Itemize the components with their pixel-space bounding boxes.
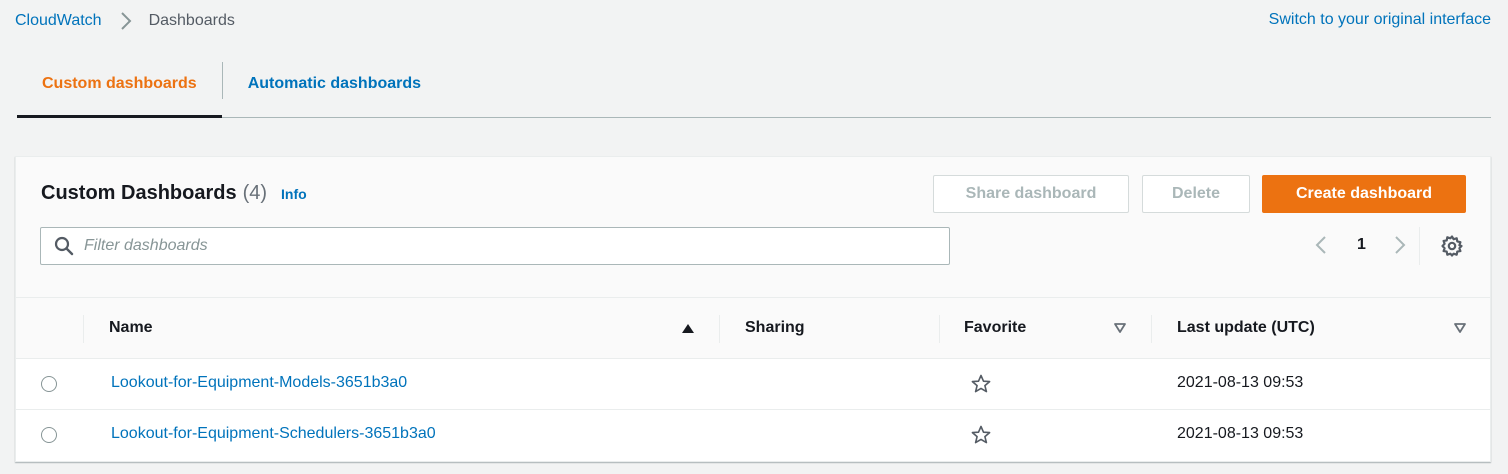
tab-automatic-dashboards[interactable]: Automatic dashboards [223, 50, 446, 117]
last-update-value: 2021-08-13 09:53 [1177, 374, 1304, 391]
switch-interface-link[interactable]: Switch to your original interface [1269, 11, 1491, 29]
caret-up-icon[interactable] [681, 321, 695, 335]
chevron-right-icon [116, 12, 136, 30]
star-outline-icon[interactable] [971, 425, 991, 445]
caret-down-outline-icon[interactable] [1453, 321, 1467, 335]
info-link[interactable]: Info [281, 186, 307, 202]
table-header: Name Sharing Favorite Last update (UTC) [16, 298, 1490, 359]
search-icon [54, 236, 74, 256]
panel-header: Custom Dashboards (4) Info Share dashboa… [16, 157, 1490, 298]
column-separator [939, 315, 940, 343]
breadcrumb-current: Dashboards [148, 12, 235, 29]
column-separator [719, 315, 720, 343]
gear-icon[interactable] [1440, 234, 1464, 258]
panel-title-text: Custom Dashboards [41, 182, 237, 204]
column-separator [1151, 315, 1152, 343]
table-row[interactable]: Lookout-for-Equipment-Schedulers-3651b3a… [16, 410, 1490, 461]
breadcrumb: CloudWatch Dashboards [15, 12, 235, 30]
star-outline-icon[interactable] [971, 374, 991, 394]
last-update-value: 2021-08-13 09:53 [1177, 425, 1304, 442]
column-header-sharing[interactable]: Sharing [745, 298, 805, 358]
filter-box [40, 227, 950, 265]
column-header-favorite[interactable]: Favorite [964, 298, 1026, 358]
tab-custom-dashboards[interactable]: Custom dashboards [17, 50, 222, 118]
share-dashboard-button[interactable]: Share dashboard [933, 175, 1129, 213]
row-select-radio[interactable] [41, 376, 57, 392]
pagination: 1 [1309, 233, 1412, 257]
dashboard-name-link[interactable]: Lookout-for-Equipment-Schedulers-3651b3a… [111, 425, 436, 443]
chevron-right-icon[interactable] [1388, 233, 1412, 257]
delete-button[interactable]: Delete [1142, 175, 1250, 213]
column-header-last-update[interactable]: Last update (UTC) [1177, 298, 1315, 358]
current-page-number[interactable]: 1 [1357, 236, 1366, 254]
filter-dashboards-input[interactable] [84, 237, 884, 255]
row-select-radio[interactable] [41, 427, 57, 443]
table-row[interactable]: Lookout-for-Equipment-Models-3651b3a0 20… [16, 359, 1490, 410]
create-dashboard-button[interactable]: Create dashboard [1262, 175, 1466, 213]
breadcrumb-cloudwatch-link[interactable]: CloudWatch [15, 12, 102, 30]
chevron-left-icon[interactable] [1309, 233, 1333, 257]
column-separator [83, 315, 84, 343]
dashboard-tabs: Custom dashboards Automatic dashboards [17, 50, 1491, 118]
dashboard-name-link[interactable]: Lookout-for-Equipment-Models-3651b3a0 [111, 374, 407, 392]
pagination-divider [1419, 227, 1420, 265]
caret-down-outline-icon[interactable] [1113, 321, 1127, 335]
column-header-name[interactable]: Name [109, 298, 153, 358]
panel-title: Custom Dashboards (4) Info [41, 182, 307, 205]
dashboard-count: (4) [242, 182, 268, 204]
dashboards-panel: Custom Dashboards (4) Info Share dashboa… [15, 156, 1491, 462]
